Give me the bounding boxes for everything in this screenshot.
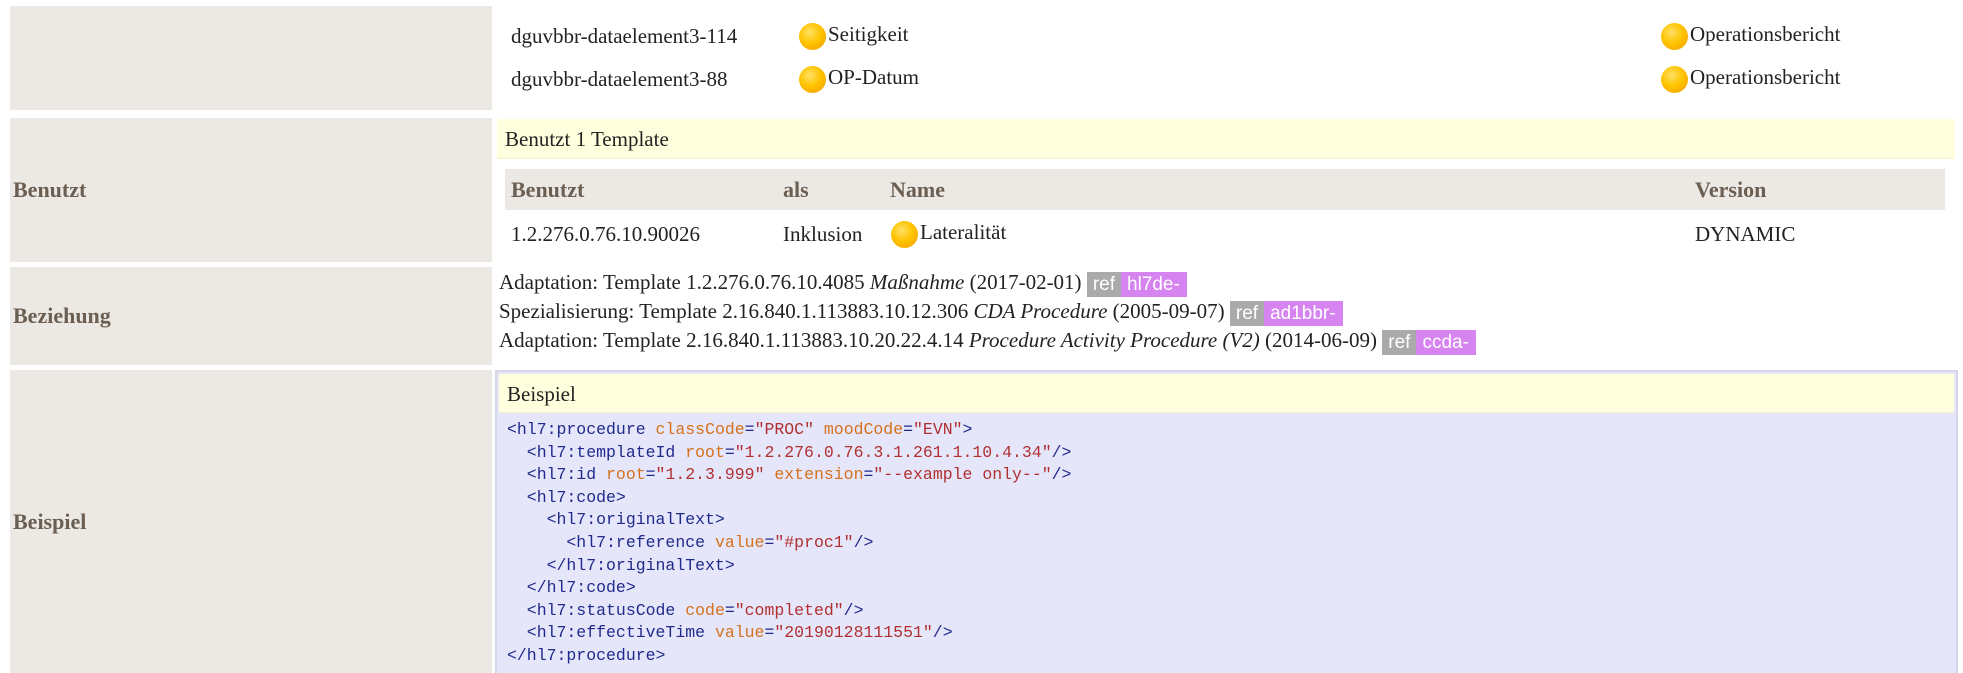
code-line: </hl7:code> bbox=[507, 578, 636, 598]
relationship-item: Adaptation: Template 1.2.276.0.76.10.408… bbox=[499, 270, 1187, 297]
status-dot-icon bbox=[799, 22, 826, 50]
ref-badge[interactable]: ref hl7de- bbox=[1086, 271, 1187, 297]
code-line: <hl7:reference value="#proc1"/> bbox=[507, 532, 874, 552]
code-line: <hl7:id root="1.2.3.999" extension="--ex… bbox=[507, 465, 1072, 485]
status-dot-icon bbox=[1661, 22, 1688, 50]
row-label: Beziehung bbox=[10, 267, 492, 365]
dataelement-source: Operationsbericht bbox=[1661, 65, 1840, 93]
row-label: Benutzt bbox=[10, 118, 492, 262]
dataelement-name: OP-Datum bbox=[799, 65, 919, 93]
dataelement-source: Operationsbericht bbox=[1661, 22, 1840, 50]
relationship-item: Spezialisierung: Template 2.16.840.1.113… bbox=[499, 299, 1343, 326]
beispiel-header: Beispiel bbox=[499, 374, 1954, 413]
beziehung-content: Adaptation: Template 1.2.276.0.76.10.408… bbox=[499, 270, 1955, 366]
dataelement-id: dguvbbr-dataelement3-88 bbox=[511, 67, 728, 91]
status-dot-icon bbox=[891, 220, 918, 248]
status-dot-icon bbox=[1661, 65, 1688, 93]
status-dot-icon bbox=[799, 65, 826, 93]
row-label-empty bbox=[10, 6, 492, 110]
code-line: <hl7:effectiveTime value="20190128111551… bbox=[507, 623, 953, 643]
code-line: <hl7:procedure classCode="PROC" moodCode… bbox=[507, 420, 973, 439]
dataelement-name: Seitigkeit bbox=[799, 22, 909, 50]
beispiel-row: Beispiel Beispiel <hl7:procedure classCo… bbox=[0, 369, 1963, 673]
dataelement-row: dguvbbr-dataelement3-114 Seitigkeit Oper… bbox=[0, 0, 1963, 112]
code-line: <hl7:originalText> bbox=[507, 510, 725, 530]
code-line: </hl7:originalText> bbox=[507, 555, 735, 575]
code-line: <hl7:statusCode code="completed"/> bbox=[507, 600, 864, 620]
benutzt-content: Benutzt 1 Template Benutzt als Name Vers… bbox=[497, 119, 1955, 262]
code-line: <hl7:code> bbox=[507, 487, 626, 507]
ref-badge[interactable]: ref ad1bbr- bbox=[1229, 300, 1343, 326]
benutzt-header: Benutzt 1 Template bbox=[497, 119, 1955, 159]
template-link[interactable]: Lateralität bbox=[891, 220, 1006, 248]
code-line: </hl7:procedure> bbox=[507, 645, 666, 665]
table-row: 1.2.276.0.76.10.90026 Inklusion Laterali… bbox=[511, 220, 1796, 248]
beziehung-row: Beziehung Adaptation: Template 1.2.276.0… bbox=[0, 265, 1963, 367]
ref-badge[interactable]: ref ccda- bbox=[1382, 329, 1476, 355]
beispiel-content: Beispiel <hl7:procedure classCode="PROC"… bbox=[495, 370, 1958, 673]
benutzt-table-header: Benutzt als Name Version bbox=[505, 169, 1945, 210]
code-example: <hl7:procedure classCode="PROC" moodCode… bbox=[507, 419, 1071, 668]
relationship-item: Adaptation: Template 2.16.840.1.113883.1… bbox=[499, 328, 1476, 355]
dataelement-id: dguvbbr-dataelement3-114 bbox=[511, 24, 738, 48]
benutzt-row: Benutzt Benutzt 1 Template Benutzt als N… bbox=[0, 116, 1963, 262]
dataelement-content: dguvbbr-dataelement3-114 Seitigkeit Oper… bbox=[497, 0, 1955, 112]
code-line: <hl7:templateId root="1.2.276.0.76.3.1.2… bbox=[507, 442, 1072, 462]
row-label: Beispiel bbox=[10, 370, 492, 673]
